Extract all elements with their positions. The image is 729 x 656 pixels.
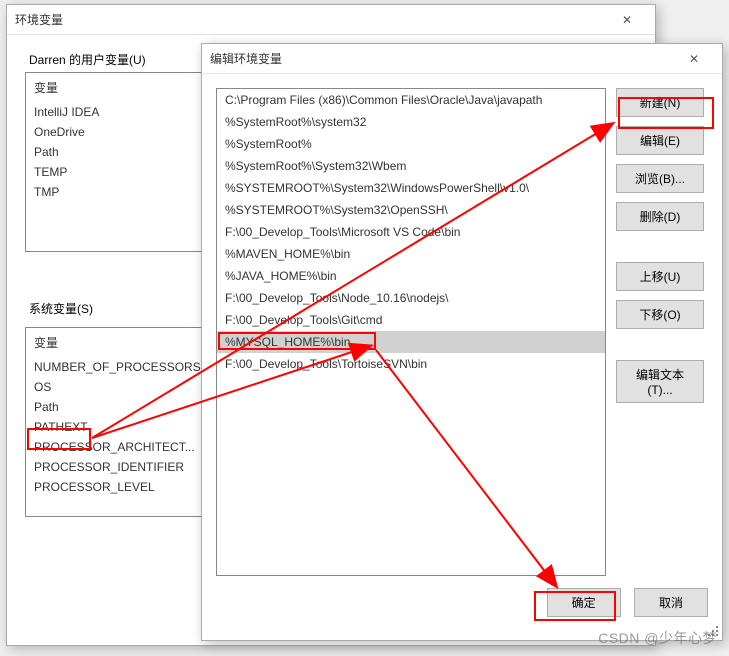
path-entry[interactable]: F:\00_Develop_Tools\Microsoft VS Code\bi… <box>217 221 605 243</box>
edit-env-variable-dialog: 编辑环境变量 ✕ C:\Program Files (x86)\Common F… <box>201 43 723 641</box>
cancel-button[interactable]: 取消 <box>634 588 708 617</box>
ok-button[interactable]: 确定 <box>547 588 621 617</box>
path-entry[interactable]: %SystemRoot% <box>217 133 605 155</box>
path-entry[interactable]: %MAVEN_HOME%\bin <box>217 243 605 265</box>
watermark: CSDN @少年心梦 <box>598 628 717 648</box>
path-entry[interactable]: %JAVA_HOME%\bin <box>217 265 605 287</box>
dialog-title: 环境变量 <box>15 11 607 28</box>
close-icon[interactable]: ✕ <box>607 6 647 34</box>
dialog-title: 编辑环境变量 <box>210 50 674 67</box>
path-entry[interactable]: %SystemRoot%\System32\Wbem <box>217 155 605 177</box>
move-up-button[interactable]: 上移(U) <box>616 262 704 291</box>
edit-text-button[interactable]: 编辑文本(T)... <box>616 360 704 403</box>
move-down-button[interactable]: 下移(O) <box>616 300 704 329</box>
path-entry[interactable]: %MYSQL_HOME%\bin <box>217 331 605 353</box>
path-entry[interactable]: %SystemRoot%\system32 <box>217 111 605 133</box>
close-icon[interactable]: ✕ <box>674 45 714 73</box>
path-entry[interactable]: C:\Program Files (x86)\Common Files\Orac… <box>217 89 605 111</box>
path-entry[interactable]: F:\00_Develop_Tools\TortoiseSVN\bin <box>217 353 605 375</box>
edit-button[interactable]: 编辑(E) <box>616 126 704 155</box>
path-entry[interactable]: F:\00_Develop_Tools\Git\cmd <box>217 309 605 331</box>
side-buttons: 新建(N) 编辑(E) 浏览(B)... 删除(D) 上移(U) 下移(O) 编… <box>616 88 708 576</box>
delete-button[interactable]: 删除(D) <box>616 202 704 231</box>
path-entry[interactable]: %SYSTEMROOT%\System32\WindowsPowerShell\… <box>217 177 605 199</box>
path-entry[interactable]: %SYSTEMROOT%\System32\OpenSSH\ <box>217 199 605 221</box>
titlebar: 编辑环境变量 ✕ <box>202 44 722 74</box>
new-button[interactable]: 新建(N) <box>616 88 704 117</box>
browse-button[interactable]: 浏览(B)... <box>616 164 704 193</box>
titlebar: 环境变量 ✕ <box>7 5 655 35</box>
path-entries-list[interactable]: C:\Program Files (x86)\Common Files\Orac… <box>216 88 606 576</box>
path-entry[interactable]: F:\00_Develop_Tools\Node_10.16\nodejs\ <box>217 287 605 309</box>
